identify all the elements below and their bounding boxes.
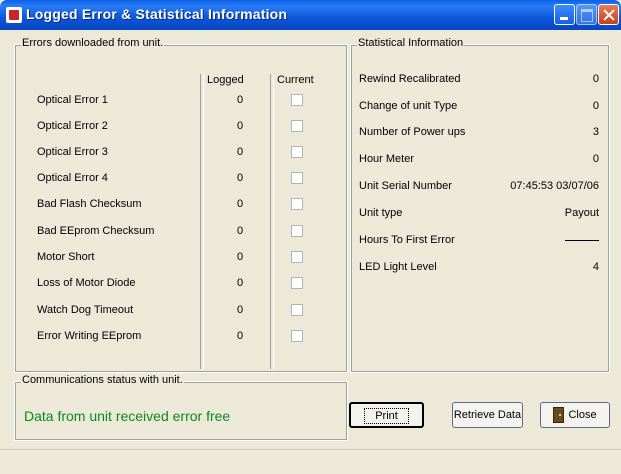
statistics-group: Statistical Information Rewind Recalibra… bbox=[350, 37, 610, 373]
current-checkbox[interactable] bbox=[291, 172, 303, 184]
logged-count: 0 bbox=[236, 172, 244, 184]
stat-row: Number of Power ups 3 bbox=[359, 124, 599, 144]
logged-count: 0 bbox=[236, 120, 244, 132]
close-window-button[interactable] bbox=[598, 4, 619, 25]
communications-group-label: Communications status with unit. bbox=[21, 374, 184, 386]
app-icon bbox=[6, 7, 22, 23]
error-label: Watch Dog Timeout bbox=[37, 304, 134, 316]
current-checkbox[interactable] bbox=[291, 198, 303, 210]
error-label: Optical Error 1 bbox=[37, 94, 108, 106]
stat-value: 0 bbox=[592, 100, 599, 112]
door-icon bbox=[553, 407, 565, 424]
stat-value: 0 bbox=[592, 73, 599, 85]
statistics-group-label: Statistical Information bbox=[357, 37, 465, 49]
close-button-label: Close bbox=[568, 409, 597, 421]
communication-status: Data from unit received error free bbox=[24, 408, 231, 424]
retrieve-data-label: Retrieve Data bbox=[453, 409, 522, 421]
stat-value: 0 bbox=[592, 153, 599, 165]
print-button[interactable]: Print bbox=[349, 402, 424, 428]
current-checkbox[interactable] bbox=[291, 225, 303, 237]
errors-group: Errors downloaded from unit. Logged Curr… bbox=[14, 37, 348, 373]
stat-label: Hour Meter bbox=[359, 153, 415, 165]
errors-group-label: Errors downloaded from unit. bbox=[21, 37, 165, 49]
error-label: Optical Error 4 bbox=[37, 172, 108, 184]
error-label: Error Writing EEprom bbox=[37, 330, 142, 342]
minimize-button[interactable] bbox=[554, 4, 575, 25]
logged-count: 0 bbox=[236, 251, 244, 263]
retrieve-data-button[interactable]: Retrieve Data bbox=[452, 402, 523, 428]
error-label: Loss of Motor Diode bbox=[37, 277, 136, 289]
stat-label: Unit type bbox=[359, 207, 403, 219]
error-label: Optical Error 3 bbox=[37, 146, 108, 158]
current-checkbox[interactable] bbox=[291, 277, 303, 289]
current-checkbox[interactable] bbox=[291, 120, 303, 132]
error-row: Bad EEprom Checksum 0 bbox=[15, 223, 345, 243]
current-checkbox[interactable] bbox=[291, 251, 303, 263]
error-label: Bad EEprom Checksum bbox=[37, 225, 155, 237]
stat-label: Rewind Recalibrated bbox=[359, 73, 461, 85]
error-row: Watch Dog Timeout 0 bbox=[15, 302, 345, 322]
error-row: Optical Error 3 0 bbox=[15, 144, 345, 164]
stat-value: 07:45:53 03/07/06 bbox=[510, 180, 599, 192]
logged-count: 0 bbox=[236, 225, 244, 237]
error-row: Bad Flash Checksum 0 bbox=[15, 196, 345, 216]
stat-label: Unit Serial Number bbox=[359, 180, 452, 192]
stat-value: 4 bbox=[592, 261, 599, 273]
stat-label: LED Light Level bbox=[359, 261, 437, 273]
logged-count: 0 bbox=[236, 94, 244, 106]
error-row: Motor Short 0 bbox=[15, 249, 345, 269]
stat-label: Hours To First Error bbox=[359, 234, 455, 246]
stat-row: Unit type Payout bbox=[359, 205, 599, 225]
stat-label: Number of Power ups bbox=[359, 126, 466, 138]
communications-group: Communications status with unit. Data fr… bbox=[14, 374, 348, 441]
current-checkbox[interactable] bbox=[291, 146, 303, 158]
stat-row: Hour Meter 0 bbox=[359, 151, 599, 171]
logged-count: 0 bbox=[236, 146, 244, 158]
status-bar bbox=[0, 449, 621, 474]
stat-value: Payout bbox=[564, 207, 599, 219]
error-row: Optical Error 1 0 bbox=[15, 92, 345, 112]
stat-row: Rewind Recalibrated 0 bbox=[359, 71, 599, 91]
stat-row: Unit Serial Number 07:45:53 03/07/06 bbox=[359, 178, 599, 198]
logged-header: Logged bbox=[207, 74, 244, 86]
logged-count: 0 bbox=[236, 277, 244, 289]
window-title: Logged Error & Statistical Information bbox=[26, 6, 288, 22]
error-row: Optical Error 2 0 bbox=[15, 118, 345, 138]
error-label: Bad Flash Checksum bbox=[37, 198, 142, 210]
empty-value-line bbox=[565, 240, 599, 241]
stat-row: Hours To First Error bbox=[359, 232, 599, 252]
logged-count: 0 bbox=[236, 330, 244, 342]
stat-row: LED Light Level 4 bbox=[359, 259, 599, 279]
error-row: Optical Error 4 0 bbox=[15, 170, 345, 190]
current-checkbox[interactable] bbox=[291, 304, 303, 316]
close-button[interactable]: Close bbox=[540, 402, 610, 428]
current-checkbox[interactable] bbox=[291, 330, 303, 342]
error-row: Error Writing EEprom 0 bbox=[15, 328, 345, 348]
current-header: Current bbox=[277, 74, 314, 86]
maximize-button[interactable] bbox=[576, 4, 597, 25]
current-checkbox[interactable] bbox=[291, 94, 303, 106]
error-label: Motor Short bbox=[37, 251, 95, 263]
stat-row: Change of unit Type 0 bbox=[359, 98, 599, 118]
title-bar[interactable]: Logged Error & Statistical Information bbox=[0, 0, 621, 30]
stat-label: Change of unit Type bbox=[359, 100, 458, 112]
stat-value: 3 bbox=[592, 126, 599, 138]
error-label: Optical Error 2 bbox=[37, 120, 108, 132]
logged-count: 0 bbox=[236, 304, 244, 316]
logged-count: 0 bbox=[236, 198, 244, 210]
print-button-label: Print bbox=[364, 408, 409, 424]
error-row: Loss of Motor Diode 0 bbox=[15, 275, 345, 295]
